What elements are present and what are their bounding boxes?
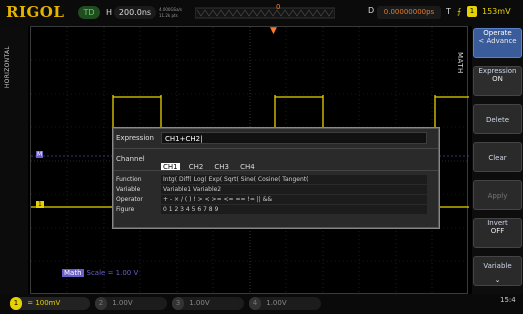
ch2-status[interactable]: 2 1.00V [95, 297, 167, 310]
trigger-status[interactable]: T ⨍ 1 153mV [446, 5, 523, 21]
softkey-invert-label: Invert [487, 219, 508, 227]
channel-status-bar: 1 = 100mV 2 1.00V 3 1.00V 4 1.00V [0, 294, 523, 314]
trigger-type-label: T [446, 7, 451, 16]
run-status-badge[interactable]: TD [78, 6, 100, 19]
ch1-status[interactable]: 1 = 100mV [10, 297, 90, 310]
horizontal-mode-label: HORIZONTAL [4, 46, 11, 89]
ch4-scale: 1.00V [266, 299, 287, 307]
memory-depth: 11.2k pts [159, 13, 178, 18]
math-label: MATH [456, 52, 464, 74]
softkey-panel: Operate < Advance Expression ON Delete C… [472, 26, 523, 294]
softkey-expression-label: Expression [478, 67, 517, 75]
horizontal-mode-strip: HORIZONTAL [0, 26, 28, 294]
ch1-number: 1 [10, 297, 22, 310]
math-marker[interactable]: M [36, 151, 44, 158]
operator-options[interactable]: + - × / ( ) ! > < >= <= == != || && [161, 195, 427, 204]
softkey-apply[interactable]: Apply [473, 180, 522, 210]
softkey-variable[interactable]: Variable ⌄ [473, 256, 522, 286]
softkey-clear[interactable]: Clear [473, 142, 522, 172]
timebase-value[interactable]: 200.0ns [114, 6, 156, 19]
sample-rate: 4.000GSa/s [159, 7, 182, 12]
delay-label: D [368, 6, 375, 15]
softkey-operate-value: < Advance [478, 37, 517, 45]
oscilloscope-screen: RIGOL TD H 200.0ns 4.000GSa/s 11.2k pts … [0, 0, 523, 314]
ch3-status[interactable]: 3 1.00V [172, 297, 244, 310]
trigger-edge-icon: ⨍ [457, 7, 462, 16]
softkey-apply-label: Apply [487, 192, 508, 200]
softkey-variable-label: Variable [483, 262, 512, 270]
top-status-bar: RIGOL TD H 200.0ns 4.000GSa/s 11.2k pts … [0, 0, 523, 26]
ch4-status[interactable]: 4 1.00V [249, 297, 321, 310]
softkey-delete-label: Delete [486, 116, 509, 124]
figure-label: Figure [116, 206, 135, 213]
chevron-down-icon: ⌄ [494, 276, 501, 284]
ch2-number: 2 [95, 297, 107, 310]
brand-logo: RIGOL [6, 3, 65, 21]
softkey-delete[interactable]: Delete [473, 104, 522, 134]
trigger-level-value: 153mV [482, 7, 511, 16]
math-scale-value: Scale = 1.00 V [86, 269, 139, 277]
channel-label: Channel [116, 155, 145, 163]
expression-value: CH1+CH2 [165, 135, 201, 143]
math-expression-dialog: Expression CH1+CH2| Channel CH1 CH2 CH3 … [112, 127, 440, 229]
ch4-number: 4 [249, 297, 261, 310]
math-label-strip: MATH [452, 26, 472, 294]
figure-options[interactable]: 0 1 2 3 4 5 6 7 8 9 [161, 205, 427, 214]
softkey-operate-label: Operate [483, 29, 512, 37]
function-label: Function [116, 176, 142, 183]
ch1-offset-marker[interactable]: 1 [36, 201, 44, 208]
trigger-position-marker: 0 [276, 3, 281, 11]
trigger-channel-badge: 1 [467, 6, 477, 17]
horizontal-label: H [106, 8, 113, 17]
math-scale-readout: Math Scale = 1.00 V [62, 269, 138, 277]
system-clock: 15:4 [500, 296, 516, 304]
ch2-scale: 1.00V [112, 299, 133, 307]
operator-label: Operator [116, 196, 143, 203]
softkey-expression-value: ON [492, 75, 503, 83]
softkey-clear-label: Clear [488, 154, 507, 162]
trigger-offset[interactable]: 0.00000000ps [377, 6, 441, 19]
trigger-position-arrow: ▼ [270, 26, 277, 36]
math-tag: Math [62, 269, 84, 277]
variable-label: Variable [116, 186, 141, 193]
memory-position-indicator [195, 7, 335, 19]
softkey-operate[interactable]: Operate < Advance [473, 28, 522, 58]
expression-input[interactable]: CH1+CH2| [161, 132, 427, 144]
ch1-scale: = 100mV [27, 299, 61, 307]
softkey-invert[interactable]: Invert OFF [473, 218, 522, 248]
ch3-scale: 1.00V [189, 299, 210, 307]
ch3-number: 3 [172, 297, 184, 310]
function-options[interactable]: Intg( Diff( Log( Exp( Sqrt( Sine( Cosine… [161, 175, 427, 184]
expression-label: Expression [116, 134, 154, 142]
softkey-invert-value: OFF [490, 227, 505, 235]
softkey-expression[interactable]: Expression ON [473, 66, 522, 96]
text-cursor: | [200, 135, 203, 143]
variable-options[interactable]: Variable1 Variable2 [161, 185, 427, 194]
